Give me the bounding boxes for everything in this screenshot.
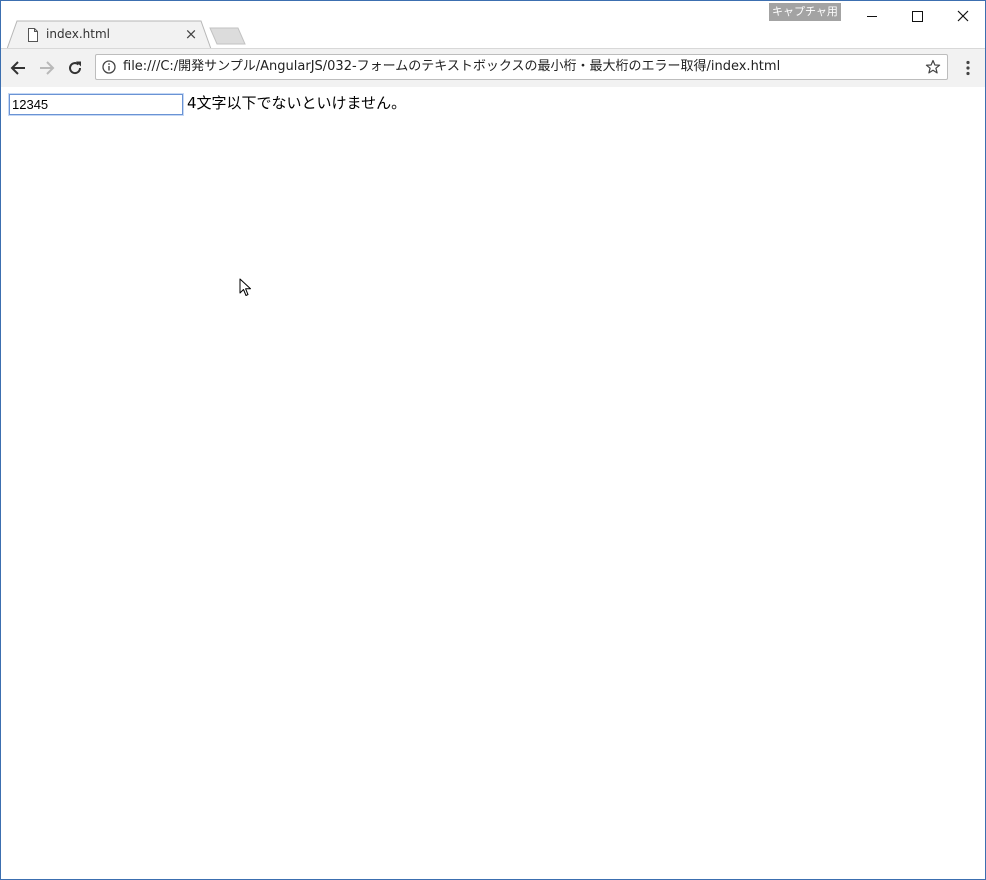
reload-button[interactable] xyxy=(63,56,87,80)
tab-index-html[interactable]: index.html × xyxy=(7,20,213,49)
info-icon[interactable] xyxy=(102,60,116,74)
back-button[interactable] xyxy=(6,56,30,80)
minimize-icon xyxy=(867,15,877,17)
page-content: 4文字以下でないといけません。 xyxy=(1,87,985,879)
browser-menu-button[interactable] xyxy=(958,57,978,79)
page-icon xyxy=(28,28,38,42)
close-window-button[interactable] xyxy=(940,1,985,31)
tab-title: index.html xyxy=(46,27,110,41)
address-bar[interactable]: file:///C:/開発サンプル/AngularJS/032-フォームのテキス… xyxy=(95,54,948,80)
more-vertical-icon xyxy=(966,60,970,76)
capture-badge: キャプチャ用 xyxy=(769,3,841,21)
arrow-right-icon xyxy=(40,61,55,75)
star-icon[interactable] xyxy=(925,59,941,75)
maximize-button[interactable] xyxy=(894,1,940,31)
forward-button[interactable] xyxy=(35,56,59,80)
minimize-button[interactable] xyxy=(849,1,895,31)
tab-close-icon[interactable]: × xyxy=(184,26,198,42)
title-bar: キャプチャ用 index.html × xyxy=(1,1,985,49)
error-message: 4文字以下でないといけません。 xyxy=(187,94,407,112)
browser-window: キャプチャ用 index.html × file:///C:/開発サンプル/An… xyxy=(0,0,986,880)
mouse-cursor-icon xyxy=(239,278,251,296)
arrow-left-icon xyxy=(10,61,25,75)
url-text: file:///C:/開発サンプル/AngularJS/032-フォームのテキス… xyxy=(123,59,781,74)
text-input[interactable] xyxy=(9,94,183,115)
browser-toolbar: file:///C:/開発サンプル/AngularJS/032-フォームのテキス… xyxy=(1,48,985,88)
maximize-icon xyxy=(911,10,923,22)
reload-icon xyxy=(69,61,82,75)
close-icon xyxy=(957,10,969,22)
new-tab-button[interactable] xyxy=(209,27,247,45)
